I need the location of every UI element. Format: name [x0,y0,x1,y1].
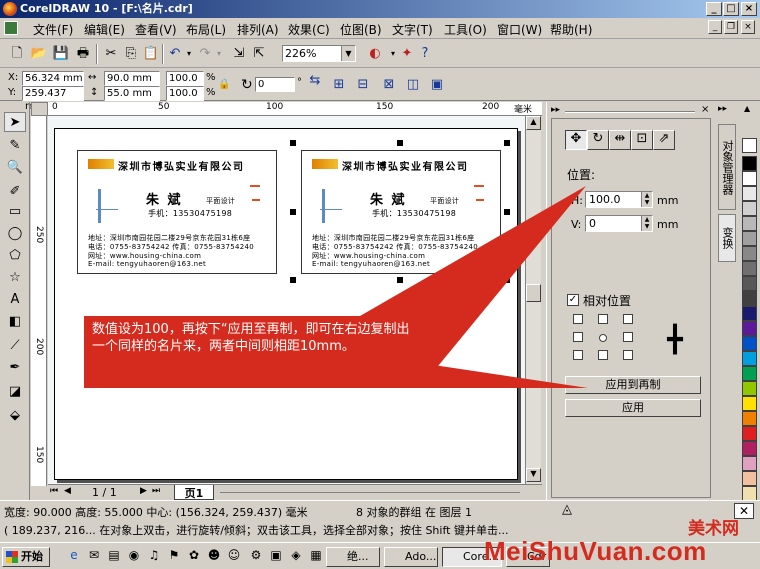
site-watermark: 美术网 MeiShuVuan.com [484,514,754,566]
callout-pointer [360,186,588,388]
desktop-icon[interactable]: ▤ [106,547,122,563]
app-icon[interactable]: ✿ [186,547,202,563]
app-icon[interactable]: ◈ [288,547,304,563]
watermark-bottom-text: MeiShuVuan.com [484,536,707,566]
app-icon[interactable]: ♫ [146,547,162,563]
task-button[interactable]: 绝... [326,547,380,567]
outlook-icon[interactable]: ✉ [86,547,102,563]
tutorial-callout: 数值设为100，再按下“应用至再制，即可在右边复制出一个同样的名片来，两者中间则… [84,316,418,388]
media-icon[interactable]: ◉ [126,547,142,563]
task-button[interactable]: Ado... [384,547,438,567]
start-button[interactable]: 开始 [2,547,50,567]
status-hint: ( 189.237, 216... 在对象上双击，进行旋转/倾斜；双击该工具，选… [4,524,509,537]
app-icon[interactable]: ⚙ [248,547,264,563]
app-icon[interactable]: ☺ [226,547,242,563]
start-label: 开始 [21,550,43,563]
callout-text: 数值设为100，再按下“应用至再制，即可在右边复制出一个同样的名片来，两者中间则… [92,322,410,354]
app-icon[interactable]: ☻ [206,547,222,563]
status-dimensions: 宽度: 90.000 高度: 55.000 中心: (156.324, 259.… [4,506,308,519]
ie-icon[interactable]: e [66,547,82,563]
app-icon[interactable]: ⚑ [166,547,182,563]
app-icon[interactable]: ▣ [268,547,284,563]
windows-logo-icon [6,551,18,563]
app-icon[interactable]: ▦ [308,547,324,563]
status-selection: 8 对象的群组 在 图层 1 [356,506,472,519]
